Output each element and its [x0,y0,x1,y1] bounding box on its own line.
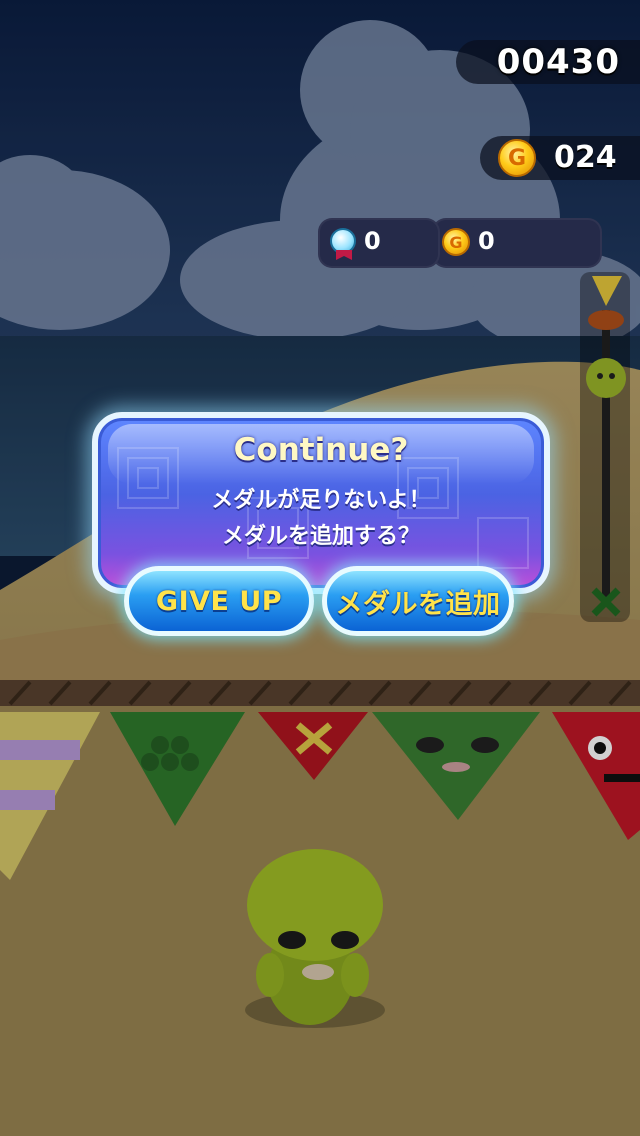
give-up-button[interactable]: GIVE UP [124,566,314,636]
coin-icon [442,228,470,256]
medal-counter: 0 [318,218,440,268]
add-medal-button[interactable]: メダルを追加 [322,566,514,636]
dialog-message-line2: メダルを追加する？ [221,524,420,549]
bonus-coin-counter: 0 [432,218,602,268]
coin-icon [498,139,536,177]
score-counter: 00430 [456,40,640,84]
coin-counter: 024 [480,136,640,180]
bonus-coin-value: 0 [478,227,495,255]
medal-ribbon [336,250,352,260]
dialog-title: Continue? [233,432,409,468]
add-medal-label: メダルを追加 [335,588,501,620]
give-up-label: GIVE UP [155,585,283,617]
score-value: 00430 [496,42,620,82]
dialog-message-line1: メダルが足りないよ！ [211,488,431,513]
coin-value: 024 [554,140,617,175]
medal-value: 0 [364,227,381,255]
